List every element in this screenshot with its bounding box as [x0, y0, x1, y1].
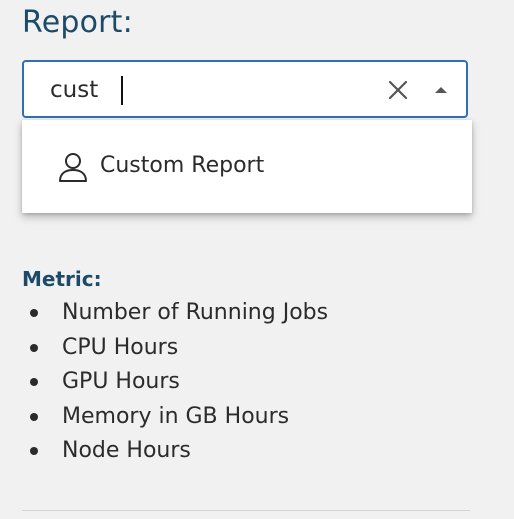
metric-item-label: CPU Hours — [62, 334, 179, 360]
metric-item-label: Memory in GB Hours — [62, 403, 290, 429]
text-cursor — [121, 76, 123, 105]
metric-item-label: Node Hours — [62, 438, 191, 463]
report-select[interactable] — [22, 60, 468, 118]
bullet-icon — [30, 343, 38, 352]
clear-button[interactable] — [386, 78, 410, 102]
bullet-icon — [30, 378, 38, 386]
metric-heading: Metric: — [22, 267, 102, 291]
metric-item-label: Number of Running Jobs — [62, 300, 329, 325]
bullet-icon — [30, 309, 38, 317]
report-heading: Report: — [22, 5, 133, 40]
bullet-icon — [30, 412, 38, 421]
report-search-input[interactable] — [50, 72, 350, 108]
option-custom-report[interactable]: Custom Report — [22, 138, 472, 194]
report-dropdown-menu: Custom Report — [22, 120, 472, 213]
user-icon — [59, 153, 87, 182]
section-divider — [22, 510, 470, 511]
close-icon — [388, 80, 408, 100]
option-label: Custom Report — [100, 153, 265, 178]
metric-item-label: GPU Hours — [62, 369, 180, 394]
dropdown-toggle-button[interactable] — [426, 78, 456, 102]
triangle-up-icon — [435, 87, 447, 93]
bullet-icon — [30, 447, 38, 455]
